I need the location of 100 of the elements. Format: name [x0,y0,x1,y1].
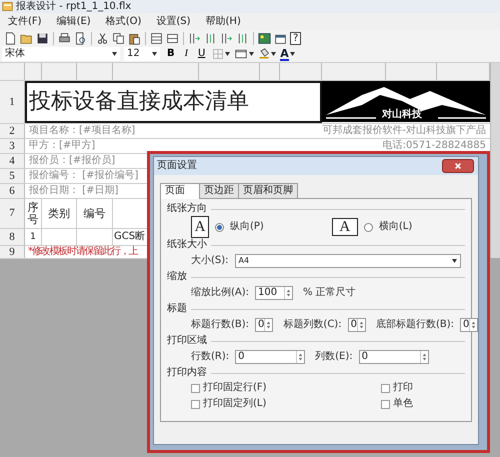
caret-icon[interactable] [152,52,157,56]
number-input[interactable]: 0 [358,350,429,364]
checkbox-label: 打印固定列(L) [203,398,266,410]
scissors-icon[interactable] [96,32,109,44]
report-title: 投标设备直接成本清单 [25,81,322,123]
menu-item[interactable]: 帮助(H) [206,16,241,28]
column-heading: 序号 [25,199,42,228]
number-input[interactable]: 0 [255,318,274,332]
company-text: 电话:0571-28824885 [382,140,486,152]
row-header[interactable]: 9 [0,246,25,258]
app-icon [2,1,13,12]
row-header[interactable]: 8 [0,229,25,245]
table-row-icon[interactable] [166,32,179,44]
tab[interactable]: 页边距 [199,183,239,198]
info-text: 报价员：[#报价员] [29,155,116,167]
tab[interactable]: 页眉和页脚 [238,183,298,198]
paint-bucket-icon[interactable] [258,48,270,60]
section-title: 纸张方向 [167,203,207,215]
number-input[interactable]: 0 [348,318,366,332]
size-select[interactable]: 12 [124,47,160,61]
field-label: 列数(E): [315,351,353,363]
frame-icon[interactable] [234,48,248,60]
note-text: *修改模板时请保留此行，上 [27,246,138,258]
spin-arrows-icon[interactable] [356,319,365,331]
spin-arrows-icon[interactable] [420,351,428,363]
image-icon[interactable] [258,32,271,44]
window-title: 报表设计 - rpt1_1_10.flx [16,0,132,12]
row-header[interactable]: 1 [0,81,25,123]
section-title: 打印内容 [167,367,207,379]
print-preview-icon[interactable] [74,32,87,44]
tab[interactable]: 页面 [160,183,200,199]
dialog-title: 页面设置 [157,160,197,172]
save-icon[interactable] [36,32,49,44]
section-title: 标题 [167,303,187,315]
caret-icon[interactable] [225,52,230,56]
column-insert-icon[interactable] [220,32,233,44]
caret-icon[interactable] [249,52,254,56]
column-insert-icon[interactable] [188,32,201,44]
row-header[interactable]: 3 [0,139,25,153]
field-label: 标题列数(C): [283,319,342,331]
spin-arrows-icon[interactable] [284,287,292,299]
row-header[interactable]: 5 [0,169,25,183]
checkbox[interactable] [191,384,200,392]
info-text: 项目名称：[#项目名称] [29,125,136,137]
radio-button[interactable] [215,222,224,232]
number-input[interactable]: 0 [460,318,478,332]
number-input[interactable]: 0 [235,350,306,364]
printer-icon[interactable] [58,32,71,44]
bold-button[interactable]: B [164,48,178,60]
row-header[interactable]: 7 [0,199,25,228]
field-label: 行数(R): [191,351,230,363]
close-button[interactable] [442,159,474,173]
checkbox[interactable] [191,400,200,408]
checkbox-label: 打印固定行(F) [203,382,267,394]
logo-text: 对山科技 [382,109,422,121]
radio-button[interactable] [364,222,373,232]
paper-size-select[interactable]: A4 [234,254,461,268]
column-split-icon[interactable] [204,32,217,44]
section-title: 打印区域 [167,335,207,347]
caret-icon[interactable] [290,52,295,56]
close-icon[interactable] [454,162,462,170]
spin-arrows-icon[interactable] [296,351,304,363]
paste-icon[interactable] [128,32,141,44]
row-header[interactable]: 4 [0,154,25,168]
caret-icon[interactable] [112,52,117,56]
font-select[interactable]: 宋体 [2,47,120,61]
caret-icon[interactable] [271,52,276,56]
menu-item[interactable]: 编辑(E) [56,16,91,28]
column-heading: 编号 [77,199,113,228]
row-header[interactable]: 6 [0,184,25,198]
italic-button[interactable]: I [182,48,191,60]
company-text: 可邦成套报价软件-对山科技旗下产品 [322,125,486,137]
field-label: 缩放比例(A): [191,287,250,299]
spin-arrows-icon[interactable] [264,319,272,331]
table-cell: 1 [25,229,42,245]
table-row-icon[interactable] [150,32,163,44]
help-button[interactable]: ? [290,32,302,44]
field-label: 底部标题行数(B): [376,319,454,331]
checkbox-label: 单色 [393,398,413,410]
column-split-icon[interactable] [236,32,249,44]
portrait-page-icon: A [191,216,209,238]
scrollbar[interactable] [490,63,500,258]
checkbox[interactable] [381,400,390,408]
number-input[interactable]: 100 [255,286,294,300]
menu-item[interactable]: 格式(O) [106,16,142,28]
spin-arrows-icon[interactable] [469,319,478,331]
copy-icon[interactable] [112,32,125,44]
info-text: 报价日期： [#日期] [29,185,118,197]
font-color-button[interactable]: A [280,48,289,60]
checkbox[interactable] [381,384,390,392]
underline-button[interactable]: U [194,48,208,60]
column-heading: 类别 [42,199,77,228]
landscape-page-icon: A [332,218,358,236]
menu-item[interactable]: 设置(S) [156,16,191,28]
row-header[interactable]: 2 [0,124,25,138]
menu-item[interactable]: 文件(F) [8,16,42,28]
field-label: 标题行数(B): [191,319,250,331]
info-text: 报价编号： [#报价编号] [29,170,138,182]
unit-label: % 正常尺寸 [303,287,356,299]
field-label: 大小(S): [191,255,229,267]
